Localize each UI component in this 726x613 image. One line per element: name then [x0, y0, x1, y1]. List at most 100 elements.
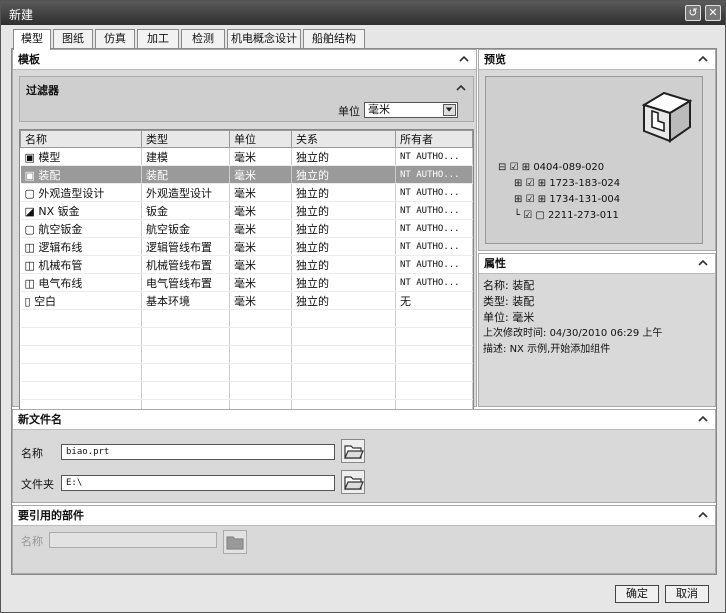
tree-expand-icon[interactable]: ⊞ [514, 194, 522, 205]
column-header-type[interactable]: 类型 [141, 130, 230, 148]
filename-input[interactable]: biao.prt [61, 444, 335, 460]
filter-title: 过滤器 [26, 84, 59, 97]
table-row[interactable]: ▢ 外观造型设计 外观造型设计 毫米 独立的 NT AUTHO... [20, 183, 473, 202]
column-header-relation[interactable]: 关系 [291, 130, 396, 148]
checkbox-icon[interactable]: ☑ [523, 210, 532, 221]
tree-leaf-line-icon: └ [514, 210, 521, 221]
prop-type-label: 类型: [483, 295, 509, 308]
table-row[interactable]: ◪ NX 钣金 钣金 毫米 独立的 NT AUTHO... [20, 201, 473, 220]
properties-list: 名称: 装配 类型: 装配 单位: 毫米 上次修改时间: 04/30/2010 … [483, 278, 707, 358]
new-filename-header[interactable]: 新文件名 [13, 410, 715, 430]
tab-inspection[interactable]: 检测 [181, 29, 225, 49]
filter-panel: 过滤器 单位 毫米 [19, 76, 474, 122]
assembly-icon: ⊞ [521, 162, 531, 173]
assembly-template-icon: ▣ [24, 168, 39, 182]
dropdown-arrow-icon[interactable] [443, 104, 456, 116]
table-row[interactable]: ◫ 逻辑布线 逻辑管线布置 毫米 独立的 NT AUTHO... [20, 237, 473, 256]
table-row[interactable]: ▢ 航空钣金 航空钣金 毫米 独立的 NT AUTHO... [20, 219, 473, 238]
tree-node[interactable]: └ ☑ ▢ 2211-273-011 [514, 209, 619, 223]
prop-name-value: 装配 [512, 279, 535, 292]
row-relation: 独立的 [291, 201, 396, 220]
row-unit: 毫米 [229, 219, 292, 238]
column-header-owner[interactable]: 所有者 [395, 130, 473, 148]
tree-node-root[interactable]: ⊟ ☑ ⊞ 0404-089-020 [498, 161, 604, 175]
cancel-button[interactable]: 取消 [665, 585, 709, 603]
tree-collapse-icon[interactable]: ⊟ [498, 162, 506, 173]
sheet-metal-icon: ◪ [24, 204, 39, 218]
tab-manufacturing[interactable]: 加工 [137, 29, 179, 49]
table-row[interactable]: ▣ 模型 建模 毫米 独立的 NT AUTHO... [20, 147, 473, 166]
tree-node[interactable]: ⊞ ☑ ⊞ 1723-183-024 [514, 177, 620, 191]
unit-select[interactable]: 毫米 [364, 102, 458, 118]
collapse-icon[interactable] [458, 53, 470, 65]
row-name: 装配 [38, 168, 61, 182]
empty-row [20, 381, 473, 400]
tree-node-label: 0404-089-020 [533, 162, 605, 173]
tab-model[interactable]: 模型 [13, 29, 51, 50]
row-unit: 毫米 [229, 147, 292, 166]
table-row[interactable]: ▯ 空白 基本环境 毫米 独立的 无 [20, 291, 473, 310]
referenced-parts-section: 要引用的部件 名称 [12, 505, 716, 574]
collapse-icon[interactable] [697, 53, 709, 65]
empty-row [20, 309, 473, 328]
close-icon[interactable]: ✕ [705, 5, 721, 21]
row-name: 航空钣金 [38, 222, 83, 236]
ref-browse-button[interactable] [223, 530, 247, 554]
prop-name-label: 名称: [483, 279, 509, 292]
row-relation: 独立的 [291, 147, 396, 166]
prop-modified-value: 04/30/2010 06:29 上午 [549, 328, 663, 339]
properties-header[interactable]: 属性 [479, 254, 715, 274]
row-type: 电气管线布置 [141, 273, 230, 292]
title-bar: 新建 ↺ ✕ [1, 1, 725, 25]
checkbox-icon[interactable]: ☑ [526, 194, 535, 205]
collapse-icon[interactable] [697, 509, 709, 521]
new-file-dialog: 新建 ↺ ✕ 模型 图纸 仿真 加工 检测 机电概念设计 船舶结构 模板 过滤器… [0, 0, 726, 613]
browse-folder-button[interactable] [341, 470, 365, 494]
tree-node[interactable]: ⊞ ☑ ⊞ 1734-131-004 [514, 193, 620, 207]
row-owner: NT AUTHO... [395, 147, 473, 166]
part-icon: ▢ [535, 210, 545, 221]
tab-drawing[interactable]: 图纸 [53, 29, 93, 49]
templates-header[interactable]: 模板 [13, 50, 476, 70]
ok-button[interactable]: 确定 [615, 585, 659, 603]
row-name: 机械布管 [38, 258, 83, 272]
tree-expand-icon[interactable]: ⊞ [514, 178, 522, 189]
mechanical-routing-icon: ◫ [24, 258, 39, 272]
tree-node-label: 2211-273-011 [548, 210, 619, 221]
ref-name-input[interactable] [49, 532, 217, 548]
row-relation: 独立的 [291, 183, 396, 202]
column-header-unit[interactable]: 单位 [229, 130, 292, 148]
row-owner: NT AUTHO... [395, 201, 473, 220]
collapse-icon[interactable] [697, 257, 709, 269]
checkbox-icon[interactable]: ☑ [526, 178, 535, 189]
referenced-parts-header[interactable]: 要引用的部件 [13, 506, 715, 526]
table-row[interactable]: ◫ 电气布线 电气管线布置 毫米 独立的 NT AUTHO... [20, 273, 473, 292]
checkbox-icon[interactable]: ☑ [510, 162, 519, 173]
preview-header[interactable]: 预览 [479, 50, 715, 70]
filter-collapse-icon[interactable] [455, 82, 467, 94]
prop-modified-label: 上次修改时间: [483, 328, 547, 339]
folder-label: 文件夹 [21, 478, 54, 491]
table-row-selected[interactable]: ▣ 装配 装配 毫米 独立的 NT AUTHO... [20, 165, 473, 184]
properties-section: 属性 名称: 装配 类型: 装配 单位: 毫米 上次修改时间: 04/30/20… [478, 253, 716, 407]
row-type: 装配 [141, 165, 230, 184]
row-unit: 毫米 [229, 255, 292, 274]
tab-content: 模板 过滤器 单位 毫米 名称 类型 单位 关系 所有者 ▣ 模型 建模 毫米 … [11, 48, 717, 575]
blank-file-icon: ▯ [24, 294, 35, 308]
tab-ship-structure[interactable]: 船舶结构 [303, 29, 365, 49]
row-relation: 独立的 [291, 291, 396, 310]
row-unit: 毫米 [229, 237, 292, 256]
table-row[interactable]: ◫ 机械布管 机械管线布置 毫米 独立的 NT AUTHO... [20, 255, 473, 274]
assembly-icon: ⊞ [537, 194, 547, 205]
folder-input[interactable]: E:\ [61, 475, 335, 491]
filename-label: 名称 [21, 447, 43, 460]
window-title: 新建 [9, 8, 34, 22]
collapse-icon[interactable] [697, 413, 709, 425]
tab-simulation[interactable]: 仿真 [95, 29, 135, 49]
tab-mechatronics[interactable]: 机电概念设计 [227, 29, 301, 49]
browse-file-button[interactable] [341, 439, 365, 463]
column-header-name[interactable]: 名称 [20, 130, 142, 148]
referenced-parts-title: 要引用的部件 [18, 509, 84, 522]
tree-node-label: 1723-183-024 [549, 178, 621, 189]
reset-icon[interactable]: ↺ [685, 5, 701, 21]
